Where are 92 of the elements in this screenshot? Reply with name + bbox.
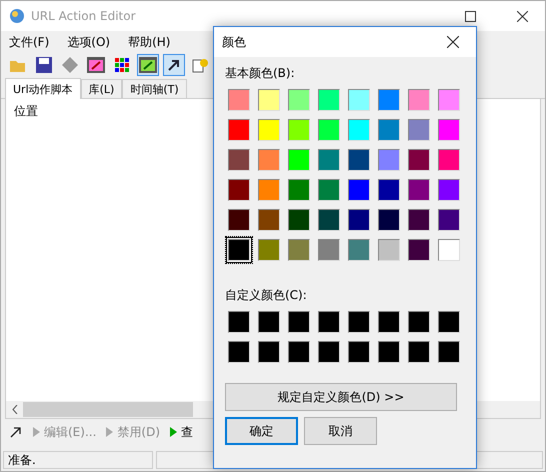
color-swatch[interactable]: [348, 239, 370, 261]
scrollbar-thumb[interactable]: [23, 402, 193, 417]
color-swatch[interactable]: [348, 311, 370, 333]
color-swatch[interactable]: [378, 89, 400, 111]
color-swatch[interactable]: [288, 119, 310, 141]
toolbar-action[interactable]: 查: [170, 424, 193, 440]
color-swatch[interactable]: [258, 119, 280, 141]
script-edit-icon[interactable]: [137, 54, 159, 76]
color-swatch[interactable]: [258, 311, 280, 333]
color-swatch[interactable]: [348, 341, 370, 363]
color-swatch[interactable]: [348, 179, 370, 201]
color-swatch[interactable]: [228, 209, 250, 231]
color-swatch[interactable]: [378, 119, 400, 141]
tab[interactable]: 库(L): [80, 79, 122, 98]
menu-item[interactable]: 选项(O): [65, 34, 112, 50]
color-swatch[interactable]: [408, 179, 430, 201]
color-swatch[interactable]: [318, 209, 340, 231]
color-swatch[interactable]: [378, 239, 400, 261]
color-swatch[interactable]: [438, 209, 460, 231]
color-swatch[interactable]: [228, 179, 250, 201]
color-swatch[interactable]: [228, 311, 250, 333]
color-swatch[interactable]: [348, 209, 370, 231]
color-swatch[interactable]: [318, 239, 340, 261]
tab[interactable]: 时间轴(T): [122, 79, 187, 98]
color-swatch[interactable]: [348, 149, 370, 171]
color-swatch[interactable]: [378, 179, 400, 201]
color-swatch[interactable]: [258, 89, 280, 111]
color-swatch[interactable]: [438, 341, 460, 363]
window-title: URL Action Editor: [31, 9, 137, 23]
color-swatch[interactable]: [438, 311, 460, 333]
menu-item[interactable]: 文件(F): [7, 34, 52, 50]
color-swatch[interactable]: [378, 209, 400, 231]
arrow-icon: [9, 425, 23, 439]
play-icon: [106, 427, 114, 437]
close-icon[interactable]: [447, 36, 459, 48]
ok-button[interactable]: 确定: [225, 417, 298, 445]
color-swatch[interactable]: [228, 149, 250, 171]
play-icon: [170, 427, 177, 437]
app-icon: [9, 8, 25, 24]
color-swatch[interactable]: [258, 341, 280, 363]
color-swatch[interactable]: [318, 89, 340, 111]
status-text: 准备.: [3, 451, 153, 469]
color-swatch[interactable]: [438, 149, 460, 171]
color-swatch[interactable]: [408, 149, 430, 171]
color-swatch[interactable]: [348, 89, 370, 111]
color-swatch[interactable]: [258, 209, 280, 231]
color-swatch[interactable]: [288, 149, 310, 171]
color-swatch[interactable]: [438, 89, 460, 111]
color-swatch[interactable]: [288, 179, 310, 201]
color-swatch[interactable]: [258, 239, 280, 261]
color-swatch[interactable]: [408, 239, 430, 261]
color-swatch[interactable]: [258, 149, 280, 171]
color-swatch[interactable]: [228, 239, 250, 261]
script-icon[interactable]: [85, 54, 107, 76]
color-swatch[interactable]: [408, 89, 430, 111]
section-label: 自定义颜色(C):: [225, 286, 308, 304]
color-swatch[interactable]: [228, 341, 250, 363]
color-swatch[interactable]: [318, 179, 340, 201]
color-swatch[interactable]: [258, 179, 280, 201]
column-header: 位置: [13, 102, 39, 120]
section-label: 基本颜色(B):: [225, 64, 296, 82]
dialog-title: 颜色: [222, 34, 246, 50]
define-custom-colors-button[interactable]: 规定自定义颜色(D) >>: [225, 383, 457, 411]
color-swatch[interactable]: [438, 179, 460, 201]
save-icon[interactable]: [33, 54, 55, 76]
color-swatch[interactable]: [408, 119, 430, 141]
color-swatch[interactable]: [408, 209, 430, 231]
color-swatch[interactable]: [228, 119, 250, 141]
maximize-icon[interactable]: [464, 10, 476, 22]
cancel-button[interactable]: 取消: [304, 417, 377, 445]
play-icon: [33, 427, 40, 437]
color-swatch[interactable]: [288, 89, 310, 111]
color-swatch[interactable]: [408, 341, 430, 363]
close-icon[interactable]: [516, 10, 528, 22]
menu-item[interactable]: 帮助(H): [126, 34, 172, 50]
color-swatch[interactable]: [348, 119, 370, 141]
color-swatch[interactable]: [378, 149, 400, 171]
color-swatch[interactable]: [438, 239, 460, 261]
color-swatch[interactable]: [318, 119, 340, 141]
color-swatch[interactable]: [378, 341, 400, 363]
color-swatch[interactable]: [288, 311, 310, 333]
color-swatch[interactable]: [288, 209, 310, 231]
color-swatch[interactable]: [228, 89, 250, 111]
color-swatch[interactable]: [288, 239, 310, 261]
color-swatch[interactable]: [288, 341, 310, 363]
color-swatch[interactable]: [318, 149, 340, 171]
color-swatch[interactable]: [378, 311, 400, 333]
color-swatch[interactable]: [408, 311, 430, 333]
color-swatch[interactable]: [318, 311, 340, 333]
color-swatch[interactable]: [438, 119, 460, 141]
tab[interactable]: Url动作脚本: [5, 78, 81, 99]
color-swatch[interactable]: [318, 341, 340, 363]
